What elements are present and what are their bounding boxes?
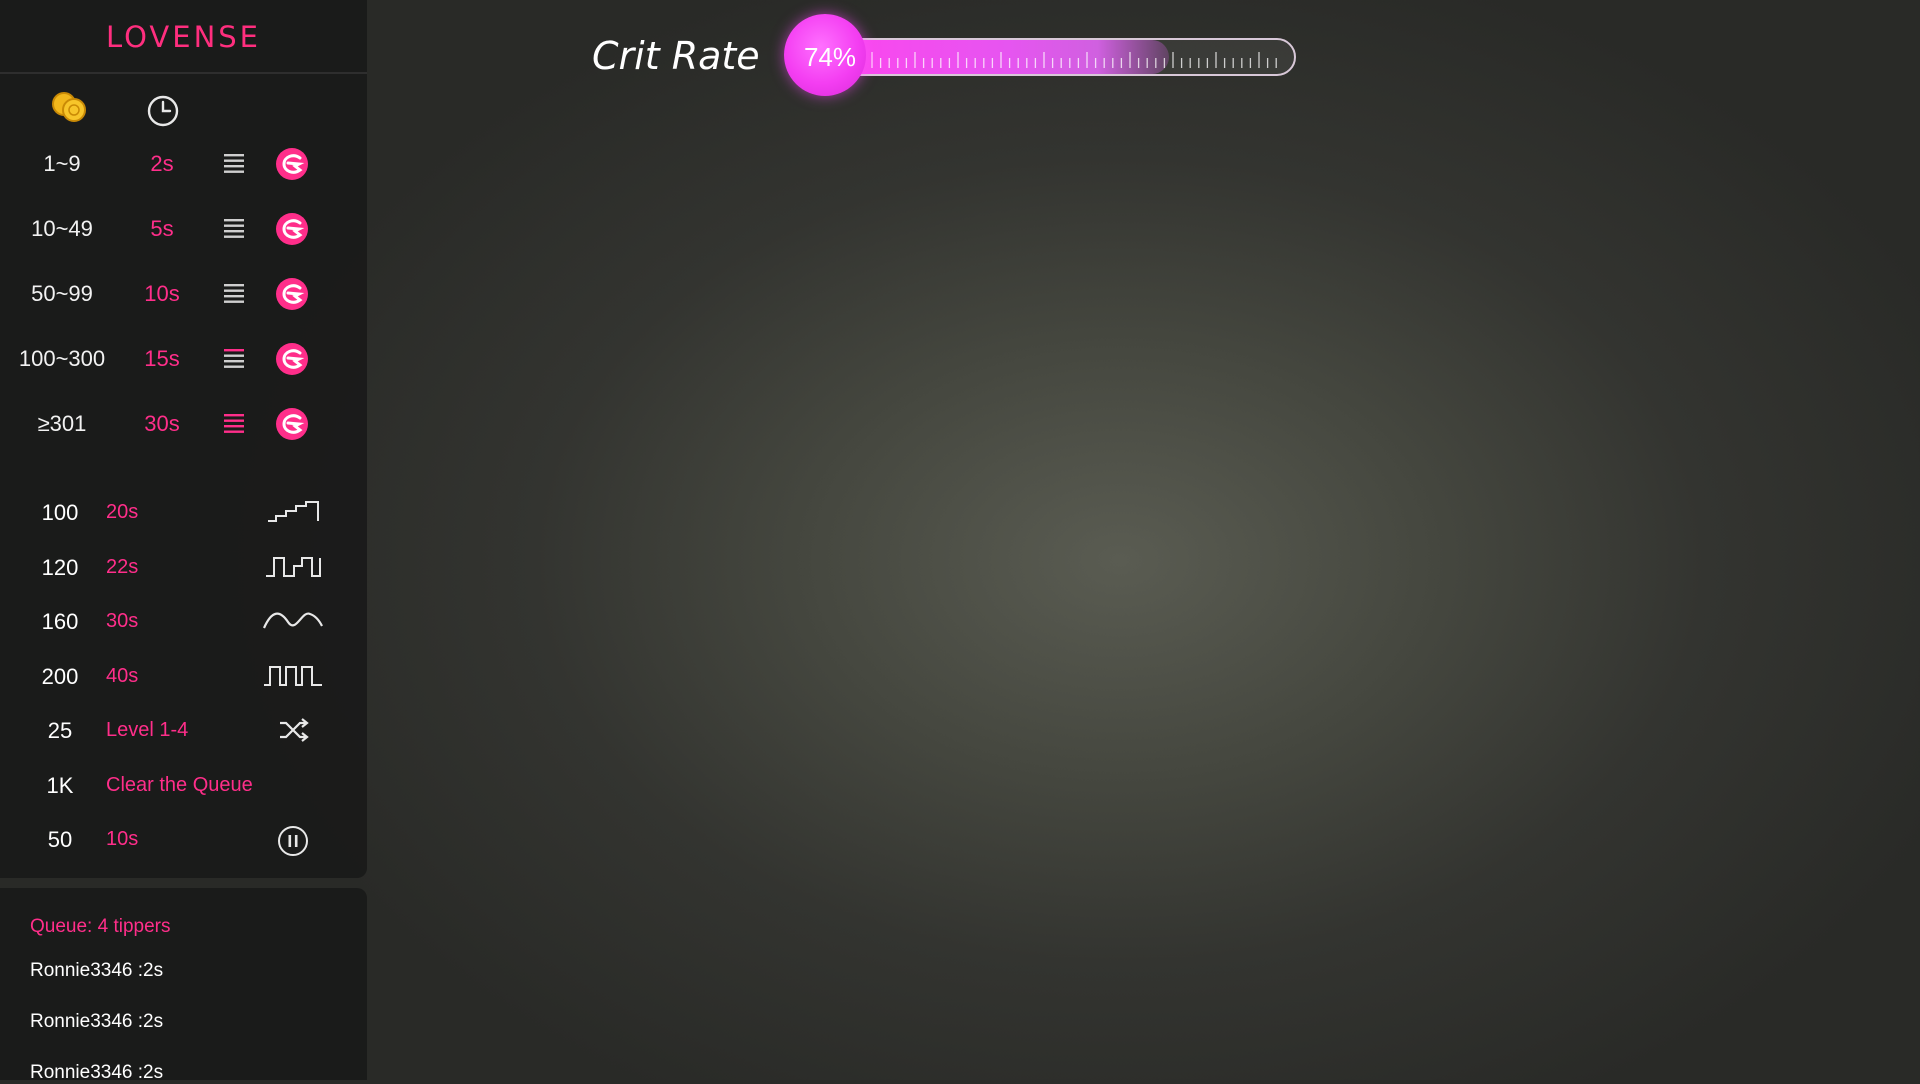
command-label: 22s (106, 556, 139, 578)
queue-item: Ronnie3346 :2s (30, 1062, 164, 1083)
command-amount: 50 (47, 827, 73, 852)
tip-level-row: 100~300 15s (0, 338, 367, 378)
queue-item: Ronnie3346 :2s (30, 960, 164, 981)
tip-duration: 2s (150, 151, 174, 176)
pause-icon (278, 826, 308, 856)
crit-rate-track (810, 38, 1296, 76)
intensity-bars-icon (224, 219, 244, 238)
intensity-bars-icon (224, 154, 244, 173)
command-amount: 25 (47, 718, 73, 743)
command-amount: 160 (41, 609, 79, 634)
tip-range: 10~49 (31, 216, 93, 241)
special-command-row: 25 Level 1-4 (0, 709, 367, 749)
stairs-pattern-icon (268, 501, 319, 522)
lovense-logo: LOVENSE (105, 20, 262, 54)
shuffle-icon (280, 718, 309, 742)
special-command-row: 160 30s (0, 600, 367, 640)
queue-title: Queue: 4 tippers (30, 916, 171, 937)
command-amount: 120 (41, 555, 79, 580)
clock-icon (147, 95, 179, 127)
tip-range: ≥301 (37, 411, 87, 436)
tip-range: 1~9 (43, 151, 81, 176)
lovense-toy-icon (276, 343, 308, 375)
lovense-toy-icon (276, 278, 308, 310)
tip-level-row: 1~9 2s (0, 143, 367, 183)
crit-rate-ticks (871, 52, 1277, 68)
tip-duration: 30s (144, 411, 180, 436)
command-label: Clear the Queue (106, 774, 253, 796)
command-amount: 200 (41, 664, 79, 689)
logo-divider (0, 72, 367, 74)
command-label: Level 1-4 (106, 719, 189, 741)
wave-pattern-icon (262, 612, 323, 629)
coins-icon (52, 92, 86, 122)
tip-level-row: 10~49 5s (0, 208, 367, 248)
special-command-row: 100 20s (0, 491, 367, 531)
command-label: 20s (106, 501, 139, 523)
tip-range: 50~99 (31, 281, 93, 306)
intensity-bars-icon (224, 349, 244, 368)
pulse-pattern-icon (266, 557, 321, 577)
square-wave-pattern-icon (264, 666, 322, 686)
crit-rate-percent: 74% (803, 42, 857, 72)
queue-item: Ronnie3346 :2s (30, 1011, 164, 1032)
tip-duration: 5s (150, 216, 174, 241)
command-label: 40s (106, 665, 139, 687)
intensity-bars-icon (224, 414, 244, 433)
command-label: 10s (106, 828, 139, 850)
special-command-row: 200 40s (0, 655, 367, 695)
tip-queue-panel: Queue: 4 tippers Ronnie3346 :2s Ronnie33… (0, 888, 367, 1083)
tip-level-row: 50~99 10s (0, 273, 367, 313)
tip-range: 100~300 (18, 346, 106, 371)
special-command-row: 120 22s (0, 546, 367, 586)
intensity-bars-icon (224, 284, 244, 303)
crit-rate-label: Crit Rate (592, 34, 760, 78)
command-amount: 100 (41, 500, 79, 525)
command-amount: 1K (46, 773, 74, 798)
tip-menu-panel: LOVENSE 1~9 2s 10~49 5s 50~99 10s 100~30… (0, 0, 367, 878)
special-command-row: 1K Clear the Queue (0, 764, 367, 804)
command-label: 30s (106, 610, 139, 632)
lovense-toy-icon (276, 148, 308, 180)
lovense-toy-icon (276, 408, 308, 440)
tip-duration: 15s (144, 346, 180, 371)
lovense-toy-icon (276, 213, 308, 245)
tip-level-row: ≥301 30s (0, 403, 367, 443)
special-command-row: 50 10s (0, 818, 367, 858)
tip-duration: 10s (144, 281, 180, 306)
